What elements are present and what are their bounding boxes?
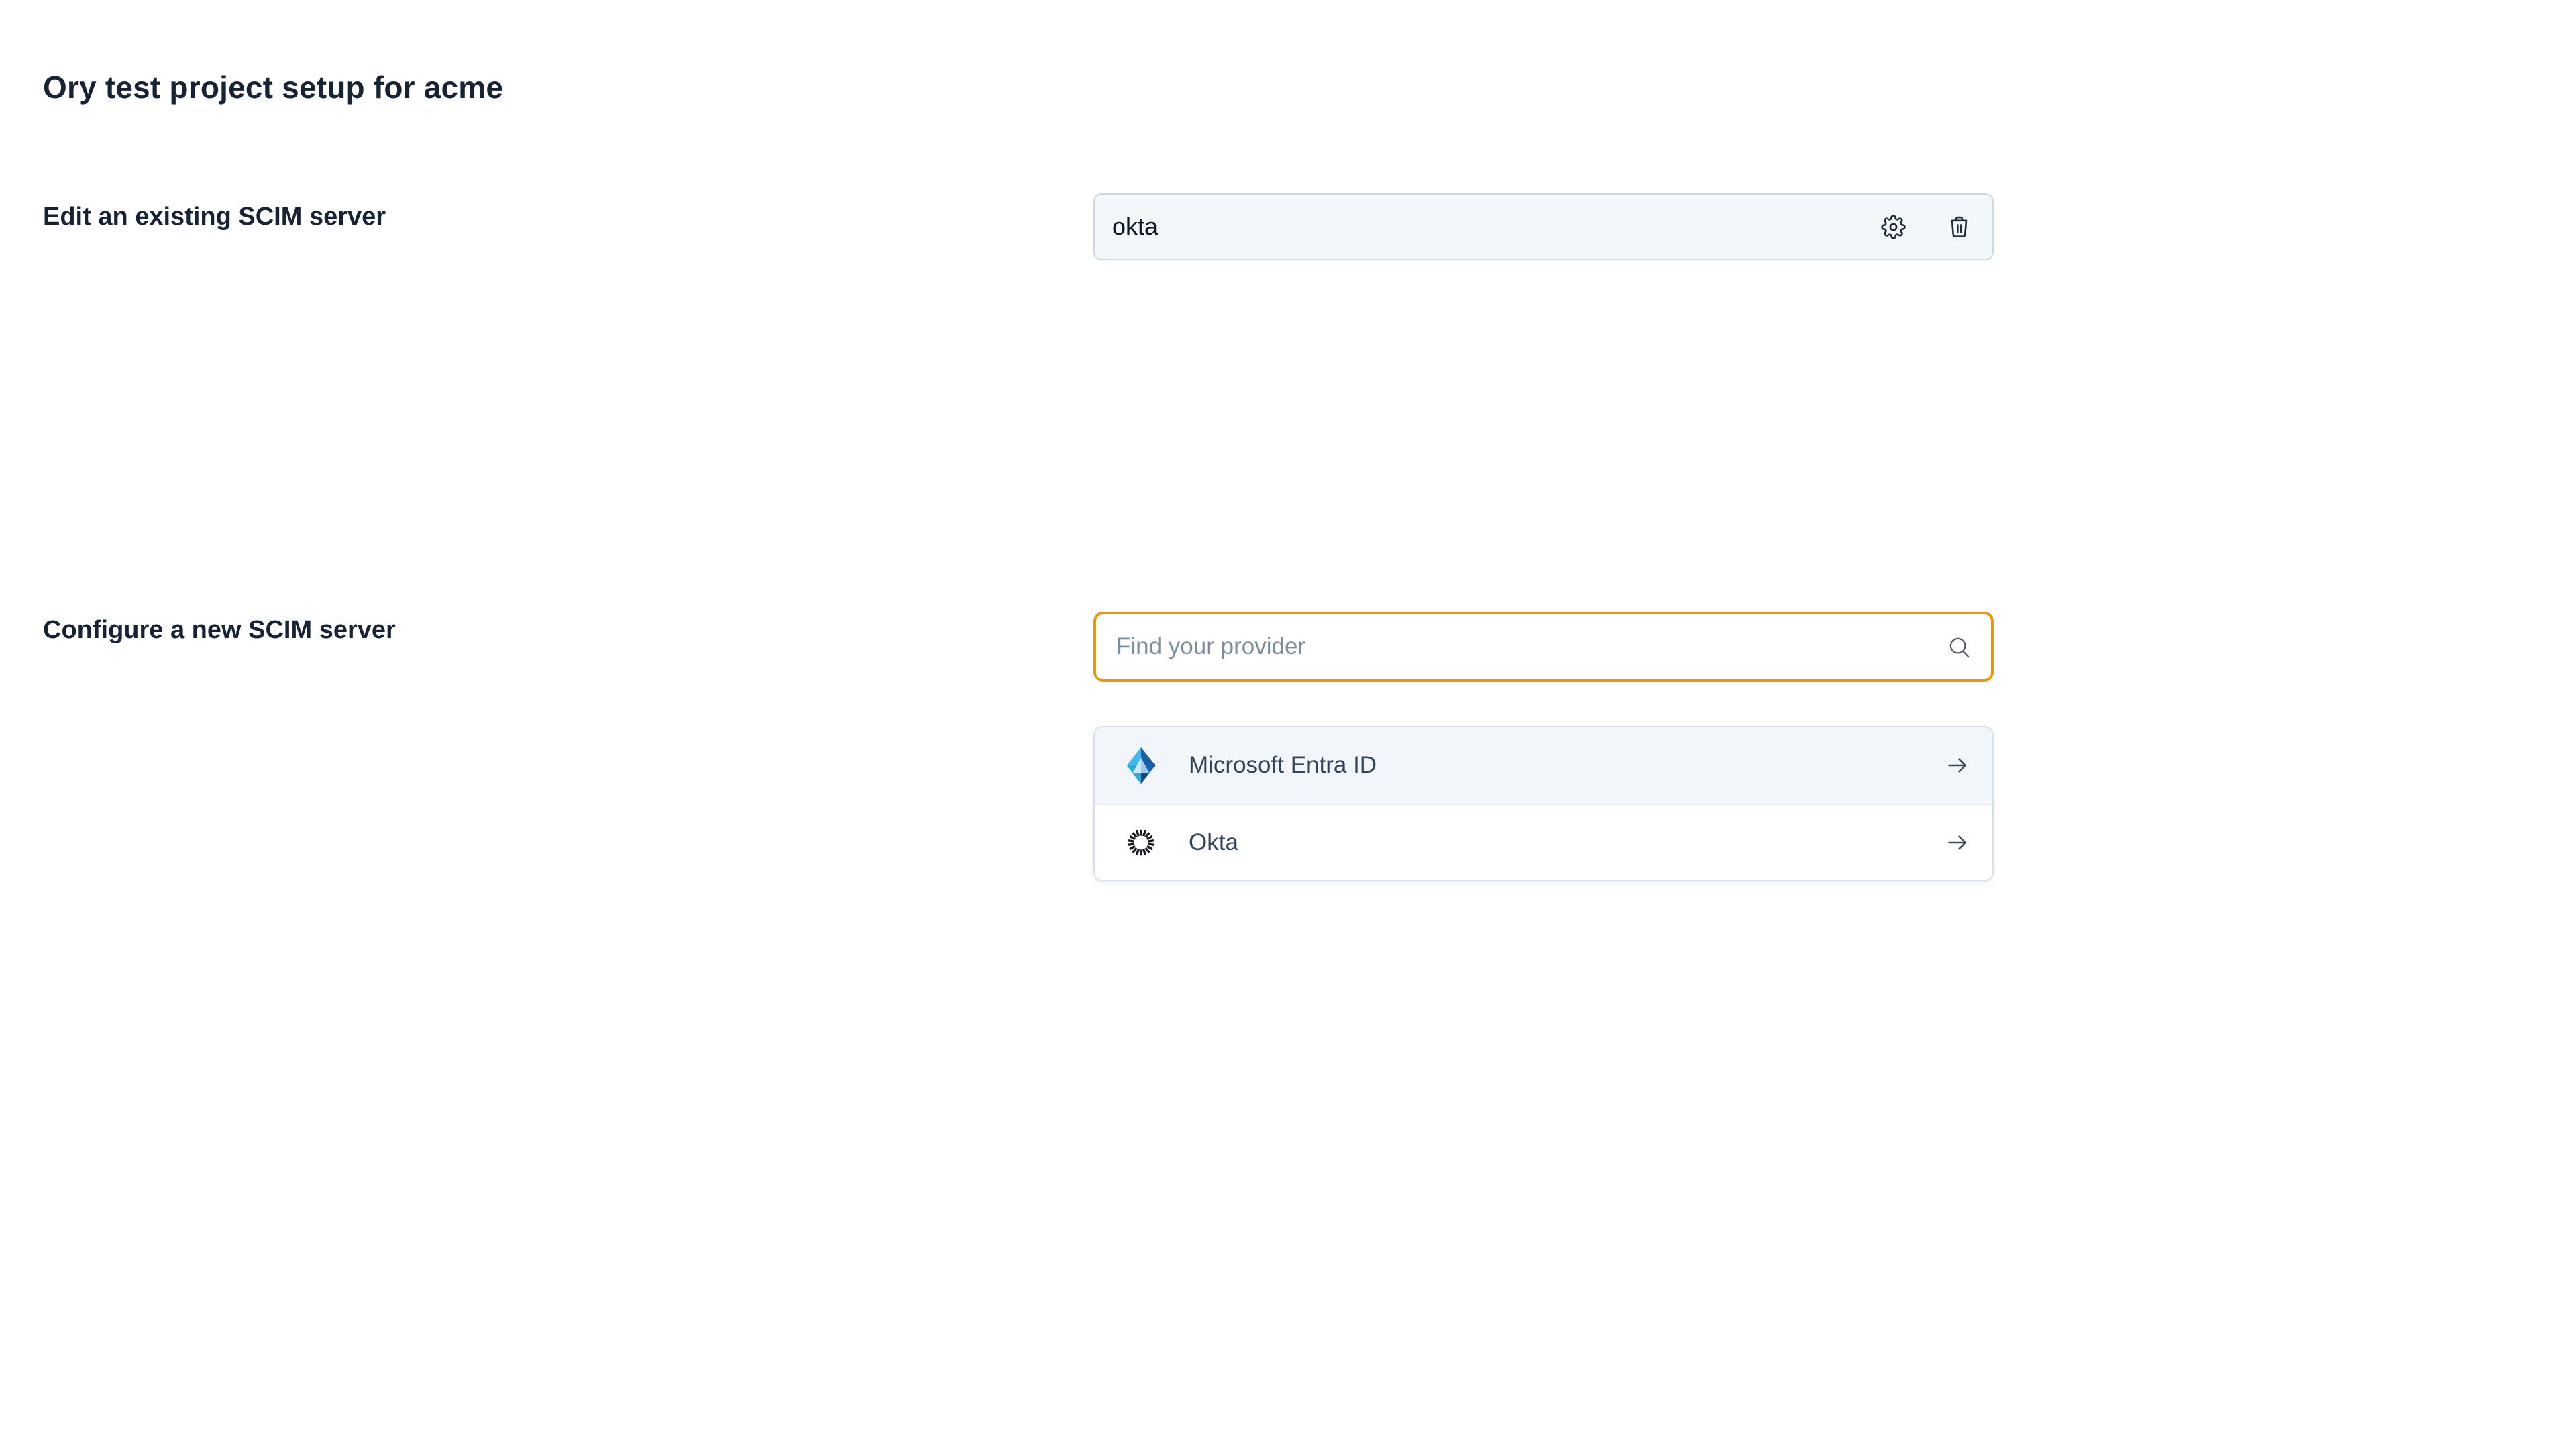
provider-row-okta[interactable]: Okta — [1095, 804, 1992, 880]
server-row-actions — [1880, 213, 1972, 240]
provider-label: Okta — [1189, 829, 1238, 856]
provider-label: Microsoft Entra ID — [1189, 752, 1377, 779]
trash-icon — [1947, 215, 1972, 239]
delete-button[interactable] — [1945, 213, 1972, 240]
provider-row-microsoft-entra-id[interactable]: Microsoft Entra ID — [1095, 727, 1992, 804]
scim-server-name: okta — [1112, 213, 1158, 241]
existing-scim-server-row[interactable]: okta — [1093, 193, 1994, 260]
microsoft-entra-id-logo-icon — [1124, 746, 1158, 785]
configure-scim-server-heading: Configure a new SCIM server — [43, 616, 396, 645]
provider-list: Microsoft Entra ID Okta — [1093, 726, 1994, 881]
edit-scim-server-heading: Edit an existing SCIM server — [43, 203, 386, 231]
find-provider-input[interactable] — [1093, 612, 1994, 682]
settings-button[interactable] — [1880, 213, 1907, 240]
arrow-right-icon — [1944, 752, 1971, 779]
gear-icon — [1881, 215, 1906, 239]
arrow-right-icon — [1944, 829, 1971, 856]
okta-logo-icon — [1124, 823, 1158, 862]
page-title: Ory test project setup for acme — [43, 69, 503, 105]
